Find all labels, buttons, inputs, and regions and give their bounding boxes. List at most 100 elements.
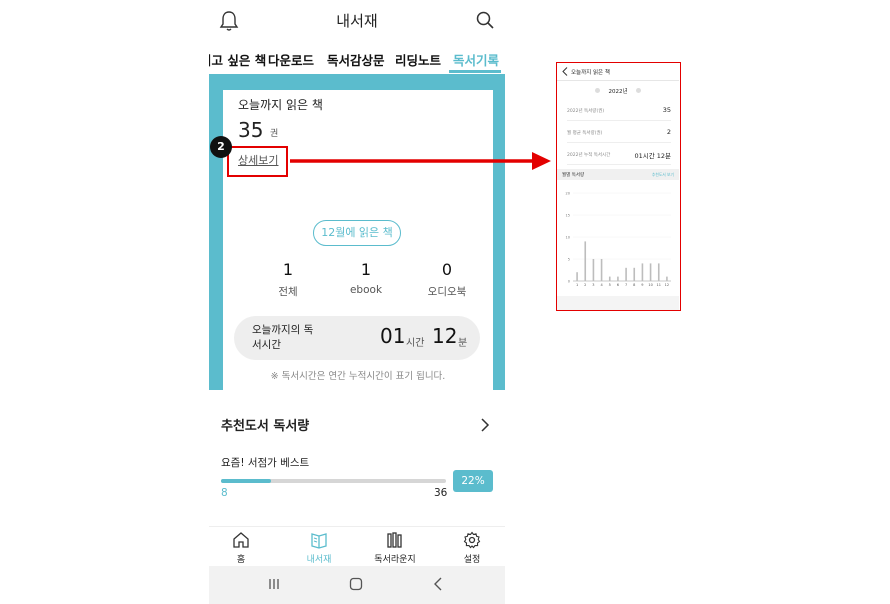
- chart-y-tick-label: 5: [568, 258, 570, 262]
- library-icon: [311, 533, 327, 549]
- nav-lounge[interactable]: 독서라운지: [360, 531, 430, 565]
- chart-bar: [633, 267, 636, 281]
- system-navigation-bar: [209, 566, 505, 604]
- red-arrow-icon: [290, 152, 551, 170]
- chevron-right-icon[interactable]: [479, 418, 491, 432]
- stat-ebook-value: 1: [360, 260, 372, 279]
- recommend-progress-fill: [221, 479, 271, 483]
- home-button-icon[interactable]: [348, 576, 364, 592]
- preview-row-key: 월 평균 독서량(권): [567, 131, 603, 136]
- nav-settings[interactable]: 설정: [437, 531, 505, 565]
- tab-wishlist[interactable]: 읽고 싶은 책: [209, 50, 266, 69]
- chart-x-tick-label: 12: [665, 283, 669, 287]
- monthly-reading-chart: 051015201 2 3 4 5 6 7 8 9 10 11 12: [566, 192, 671, 287]
- chart-bar: [617, 276, 619, 281]
- chart-y-tick-label: 20: [566, 192, 570, 196]
- chart-x-tick-label: 7: [625, 283, 627, 287]
- recommend-section-title[interactable]: 추천도서 독서량: [221, 415, 309, 434]
- reading-time-box: 오늘까지의 독서시간 01 시간 12 분: [234, 316, 480, 360]
- reading-time-note: ※ 독서시간은 연간 누적시간이 표기 됩니다.: [270, 371, 446, 382]
- detail-link-highlight: [227, 146, 288, 177]
- preview-header: 오늘까지 읽은 책: [557, 63, 679, 81]
- preview-band-link: 추천도서 보기: [651, 172, 674, 177]
- preview-monthly-band: 월별 독서량 추천도서 보기: [557, 169, 679, 180]
- stat-audiobook-value: 0: [441, 260, 453, 279]
- chart-x-tick-label: 2: [584, 283, 586, 287]
- top-app-bar: 내서재: [209, 0, 505, 40]
- chart-x-tick-label: 11: [657, 283, 661, 287]
- chart-x-tick-label: 1: [576, 283, 578, 287]
- preview-row: 2022년 독서량(권) 35: [567, 101, 671, 121]
- detail-screen-preview: 오늘까지 읽은 책 2022년 2022년 독서량(권) 35 월 평균 독서량…: [556, 62, 681, 311]
- reading-minutes: 12: [432, 324, 458, 348]
- recent-apps-icon[interactable]: [266, 576, 282, 592]
- preview-row-key: 2022년 독서량(권): [567, 109, 605, 114]
- reading-minutes-unit: 분: [458, 338, 468, 349]
- chart-bar: [657, 263, 660, 281]
- month-books-button[interactable]: 12월에 읽은 책: [313, 220, 401, 246]
- bottom-navigation: 홈 내서재 독서라운지 설정: [209, 526, 505, 568]
- chart-y-tick-label: 10: [566, 236, 570, 240]
- chart-y-tick-label: 0: [568, 280, 570, 284]
- stat-total-label: 전체: [278, 286, 298, 298]
- stat-ebook: 1 ebook: [336, 260, 396, 296]
- back-arrow-icon: [562, 67, 568, 76]
- tab-reading-records[interactable]: 독서기록: [453, 50, 499, 69]
- preview-system-bar: [557, 296, 679, 310]
- nav-home[interactable]: 홈: [209, 531, 276, 565]
- recommend-subtitle: 요즘! 서점가 베스트: [221, 457, 310, 469]
- nav-lounge-label: 독서라운지: [374, 555, 416, 565]
- nav-library[interactable]: 내서재: [284, 531, 354, 565]
- preview-row-value: 35: [662, 106, 671, 114]
- preview-row: 2022년 누적 독서시간 01시간 12분: [567, 145, 671, 165]
- chart-x-tick-label: 9: [641, 283, 643, 287]
- next-year-icon: [635, 88, 641, 93]
- lounge-icon: [387, 532, 402, 548]
- search-icon[interactable]: [475, 10, 495, 30]
- page-title: 내서재: [336, 12, 378, 30]
- tab-downloads[interactable]: 다운로드: [268, 50, 314, 69]
- chart-x-tick-label: 4: [600, 283, 603, 287]
- preview-year: 2022년: [608, 89, 628, 95]
- stat-audiobook-label: 오디오북: [427, 286, 467, 298]
- preview-title: 오늘까지 읽은 책: [571, 70, 610, 76]
- active-tab-indicator: [449, 70, 501, 73]
- reading-summary-card: 오늘까지 읽은 책 35 권 상세보기 12월에 읽은 책 1 전체 1 ebo…: [223, 90, 493, 390]
- preview-row: 월 평균 독서량(권) 2: [567, 123, 671, 143]
- chart-x-tick-label: 3: [592, 283, 594, 287]
- chart-bar: [592, 259, 595, 281]
- chart-x-tick-label: 8: [633, 283, 635, 287]
- read-books-count: 35: [238, 118, 264, 142]
- chart-bar: [666, 276, 668, 281]
- preview-row-value: 2: [666, 128, 671, 136]
- progress-min-value: 8: [221, 487, 228, 499]
- chart-x-tick-label: 6: [617, 283, 619, 287]
- chart-bar: [641, 263, 644, 281]
- recommend-progress-track: [221, 479, 446, 483]
- preview-row-value: 01시간 12분: [634, 152, 671, 160]
- nav-library-label: 내서재: [306, 555, 332, 565]
- phone-screen: 내서재 읽고 싶은 책 다운로드 독서감상문 리딩노트 독서기록 오늘까지 읽은…: [209, 0, 505, 604]
- reading-hours: 01: [380, 324, 406, 348]
- progress-percent-badge: 22%: [453, 470, 493, 492]
- chart-bar: [649, 263, 652, 281]
- chart-bar: [576, 272, 578, 281]
- step-number-badge: 2: [210, 136, 232, 158]
- read-books-unit: 권: [270, 129, 279, 139]
- reading-hours-unit: 시간: [406, 338, 425, 349]
- stat-audiobook: 0 오디오북: [417, 260, 477, 299]
- chart-y-tick-label: 15: [566, 214, 570, 218]
- tab-reading-notes[interactable]: 리딩노트: [395, 50, 441, 69]
- read-books-title: 오늘까지 읽은 책: [238, 98, 323, 112]
- preview-year-selector: 2022년: [557, 87, 679, 95]
- prev-year-icon: [595, 88, 601, 93]
- tab-book-reports[interactable]: 독서감상문: [327, 50, 385, 69]
- nav-home-label: 홈: [236, 555, 246, 565]
- progress-max-value: 36: [434, 487, 448, 499]
- stat-total: 1 전체: [258, 260, 318, 299]
- chart-bar: [584, 241, 587, 281]
- nav-settings-label: 설정: [463, 555, 481, 565]
- tutorial-stage: 내서재 읽고 싶은 책 다운로드 독서감상문 리딩노트 독서기록 오늘까지 읽은…: [0, 0, 890, 604]
- chart-x-tick-label: 5: [609, 283, 611, 287]
- back-icon[interactable]: [431, 576, 447, 592]
